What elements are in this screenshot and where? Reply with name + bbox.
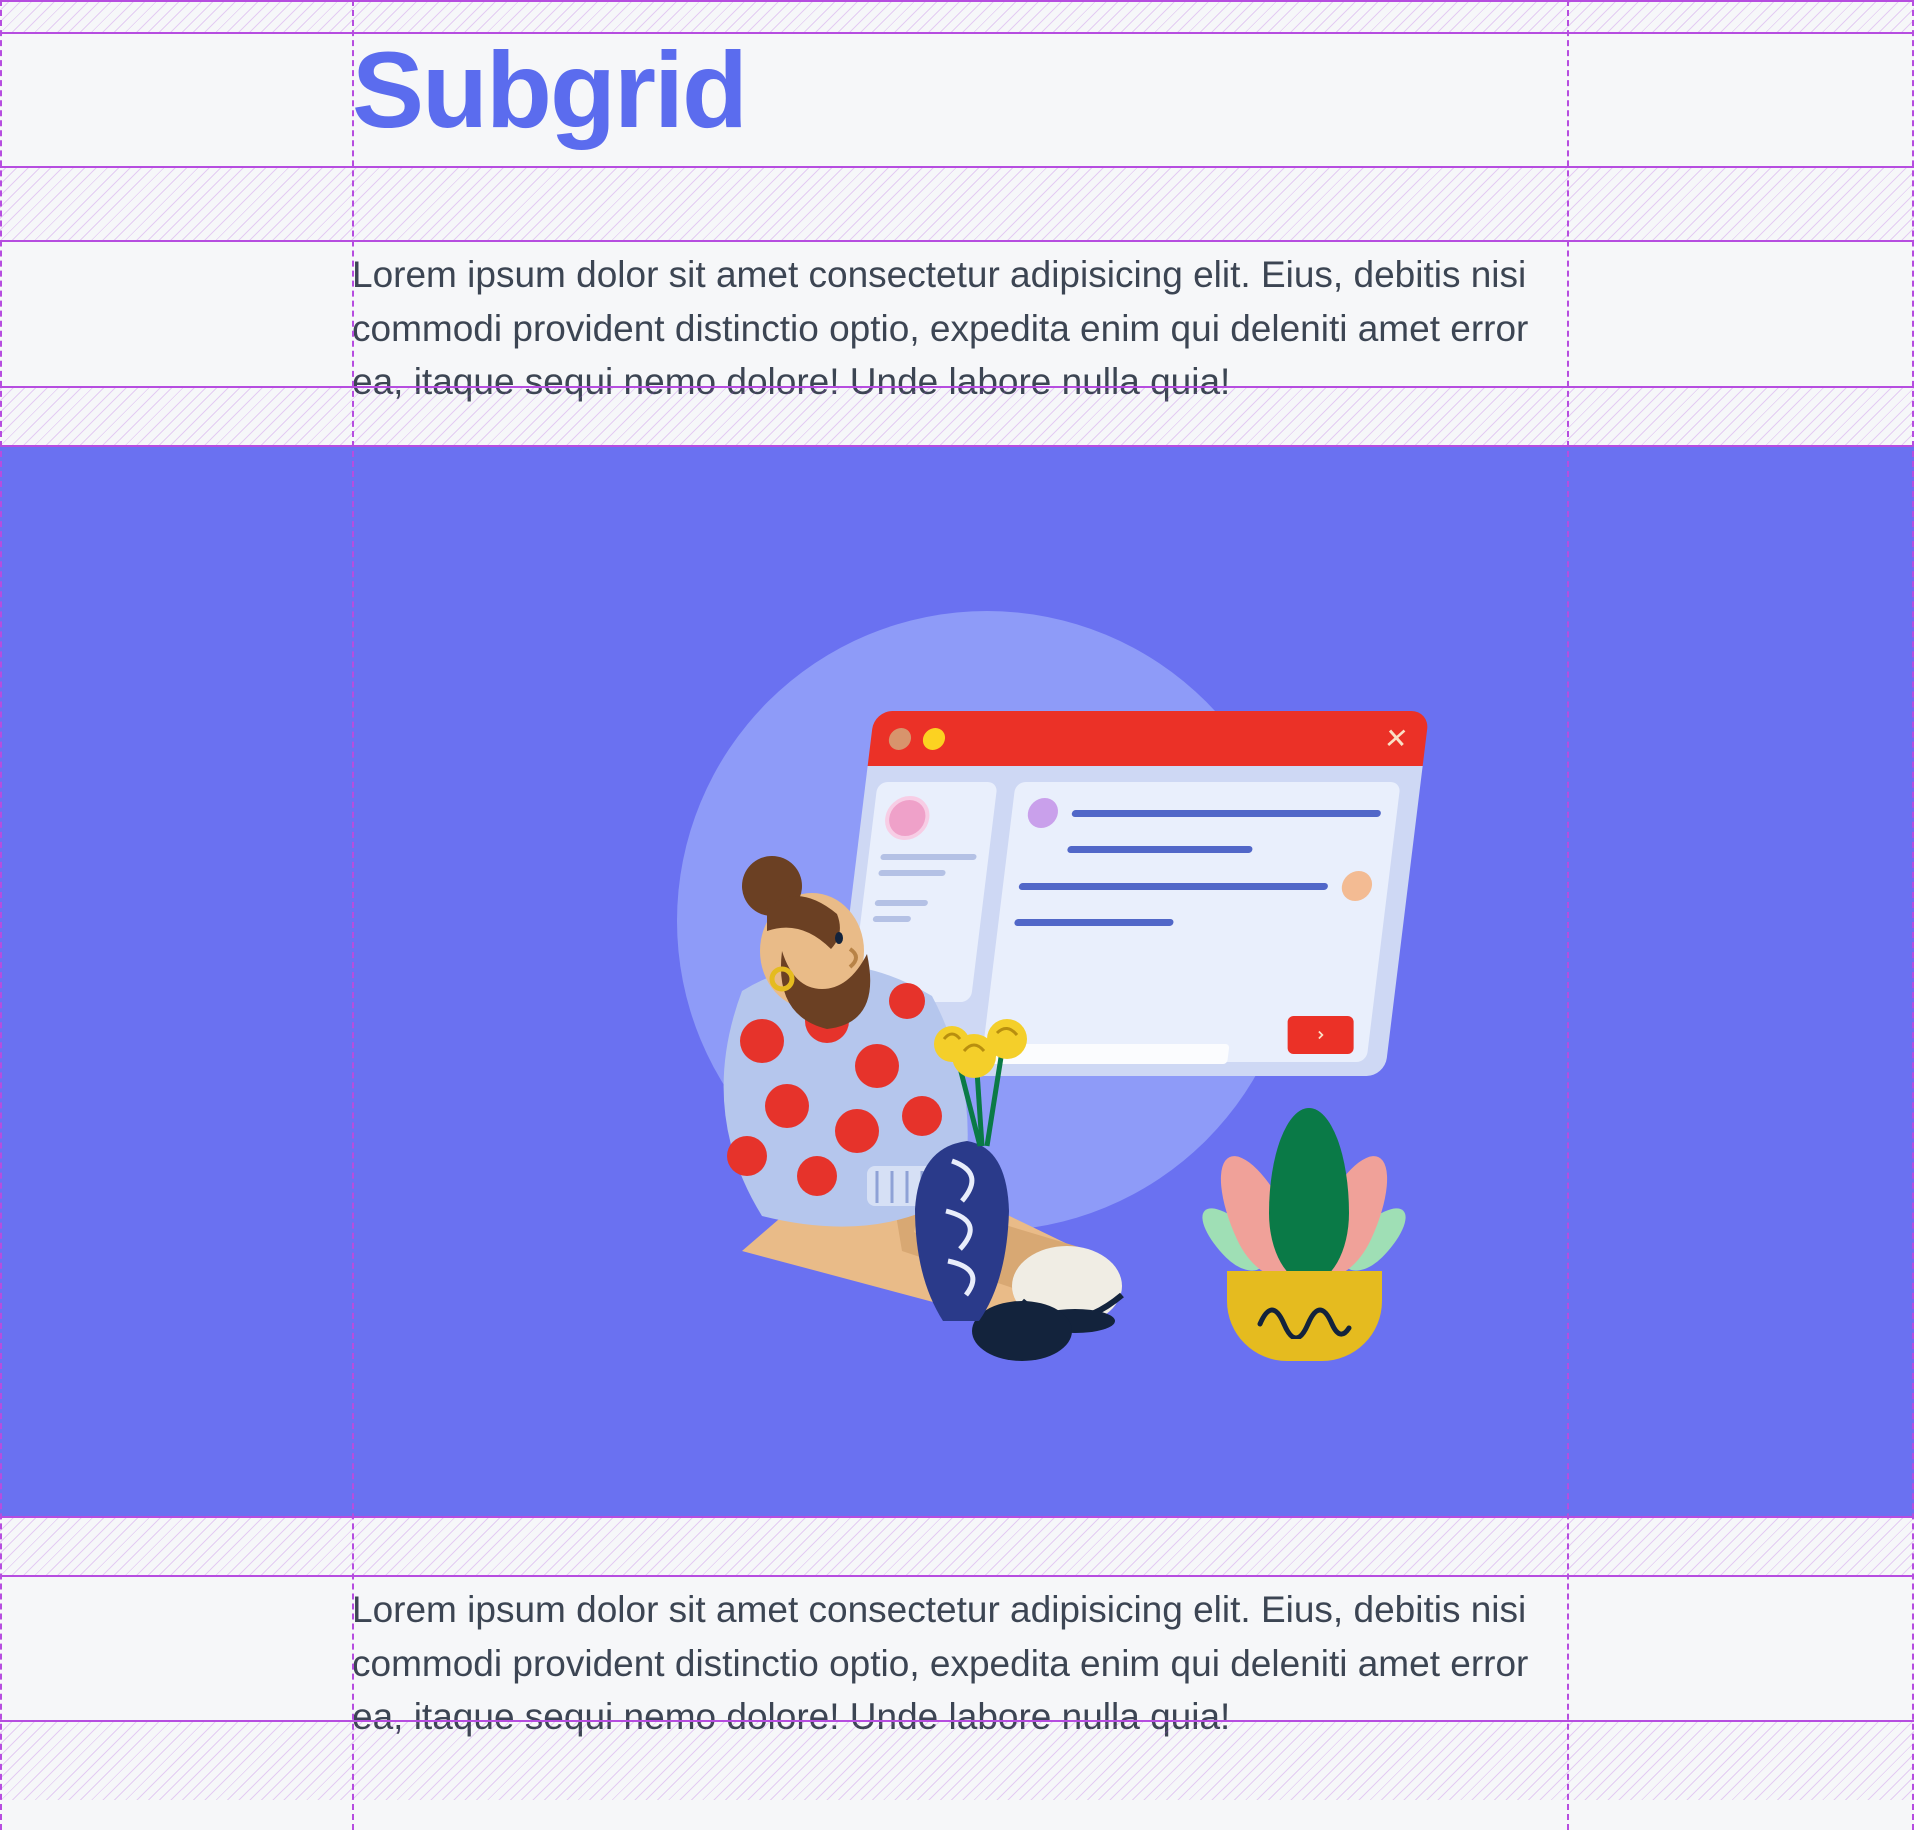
person-illustration	[622, 831, 1142, 1361]
feed-row	[1026, 798, 1383, 828]
submit-button-icon	[1288, 1016, 1354, 1054]
browser-title-bar: ✕	[868, 711, 1430, 766]
avatar-icon	[1026, 798, 1060, 828]
leaf-icon	[1269, 1108, 1349, 1283]
page-heading: Subgrid	[352, 36, 746, 144]
hero-panel: ✕	[0, 445, 1914, 1516]
pot-squiggle-icon	[1257, 1299, 1352, 1339]
intro-paragraph-1: Lorem ipsum dolor sit amet consectetur a…	[352, 248, 1570, 409]
window-dot-orange-icon	[888, 727, 913, 749]
plant-illustration	[1197, 1101, 1397, 1361]
hero-illustration: ✕	[507, 601, 1407, 1361]
intro-paragraph-2: Lorem ipsum dolor sit amet consectetur a…	[352, 1583, 1570, 1744]
avatar-icon	[1340, 871, 1374, 901]
close-icon: ✕	[1383, 722, 1411, 755]
window-dot-yellow-icon	[922, 727, 947, 749]
text-line	[1071, 809, 1381, 816]
